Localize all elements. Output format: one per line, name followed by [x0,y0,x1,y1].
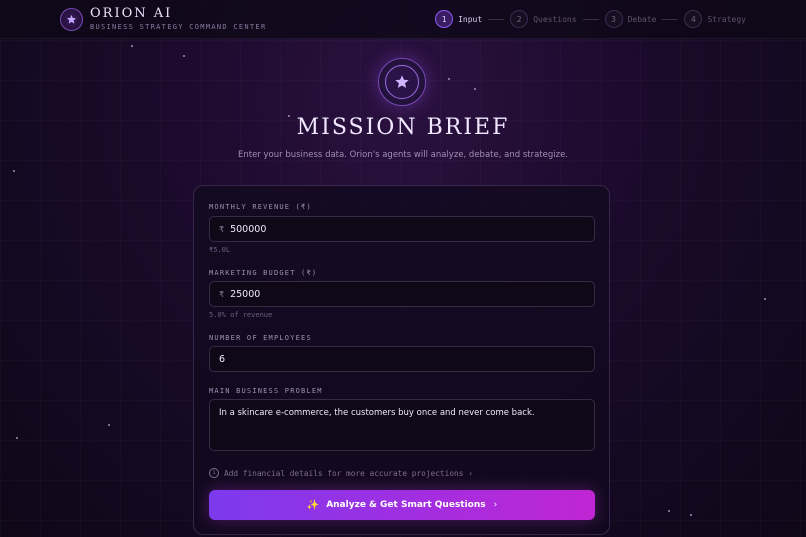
top-header: ORION AI BUSINESS STRATEGY COMMAND CENTE… [0,0,806,39]
page-subtitle: Enter your business data. Orion's agents… [237,150,568,160]
mission-brief-form: MONTHLY REVENUE (₹) ₹ 500000 ₹5.0L MARKE… [193,185,610,535]
step-number: 4 [684,10,703,28]
sparkles-icon: ✨ [306,499,320,511]
background-star [474,88,476,90]
background-star [764,298,766,300]
background-star [16,437,18,439]
employees-input[interactable]: 6 [209,346,595,372]
step-debate[interactable]: 3 Debate [604,10,657,28]
marketing-hint: 5.0% of revenue [209,311,273,319]
analyze-button[interactable]: ✨ Analyze & Get Smart Questions › [209,490,595,520]
step-connector [488,18,505,20]
marketing-value: 25000 [230,288,261,300]
step-questions[interactable]: 2 Questions [510,10,577,28]
step-strategy[interactable]: 4 Strategy [684,10,746,28]
revenue-hint: ₹5.0L [209,246,231,254]
step-label: Strategy [707,14,746,24]
background-star [108,424,110,426]
financial-details-link[interactable]: i Add financial details for more accurat… [209,468,473,478]
page-title: MISSION BRIEF [296,115,510,140]
step-number: 1 [435,10,454,28]
progress-steps: 1 Input 2 Questions 3 Debate 4 Strategy [435,10,746,28]
problem-label: MAIN BUSINESS PROBLEM [209,387,323,395]
employees-value: 6 [219,353,226,365]
currency-prefix: ₹ [219,224,225,234]
step-connector [662,18,679,20]
background-star [690,514,692,516]
step-input[interactable]: 1 Input [435,10,482,28]
revenue-value: 500000 [230,223,267,235]
step-number: 2 [510,10,529,28]
step-label: Questions [533,14,577,24]
marketing-label: MARKETING BUDGET (₹) [209,269,318,277]
star-icon [395,75,409,88]
business-problem-textarea[interactable]: In a skincare e-commerce, the customers … [209,399,595,451]
info-icon: i [209,468,219,478]
background-star [448,78,450,80]
brand-title: ORION AI [90,6,173,21]
background-star [131,45,133,47]
background-star [13,170,15,172]
brand-subtitle: BUSINESS STRATEGY COMMAND CENTER [90,23,267,31]
background-star [183,55,185,57]
chevron-right-icon: › [493,500,498,510]
brand-logo[interactable] [60,8,83,31]
step-label: Input [458,14,483,24]
revenue-label: MONTHLY REVENUE (₹) [209,203,312,211]
background-star [668,510,670,512]
monthly-revenue-input[interactable]: ₹ 500000 [209,216,595,242]
step-connector [582,18,599,20]
currency-prefix: ₹ [219,289,225,299]
mission-emblem [378,58,426,106]
star-icon [66,14,77,24]
step-number: 3 [604,10,623,28]
analyze-button-label: Analyze & Get Smart Questions [326,500,486,510]
marketing-budget-input[interactable]: ₹ 25000 [209,281,595,307]
employees-label: NUMBER OF EMPLOYEES [209,334,312,342]
chevron-right-icon: › [468,468,474,478]
financial-details-label: Add financial details for more accurate … [224,468,464,478]
step-label: Debate [627,14,657,24]
